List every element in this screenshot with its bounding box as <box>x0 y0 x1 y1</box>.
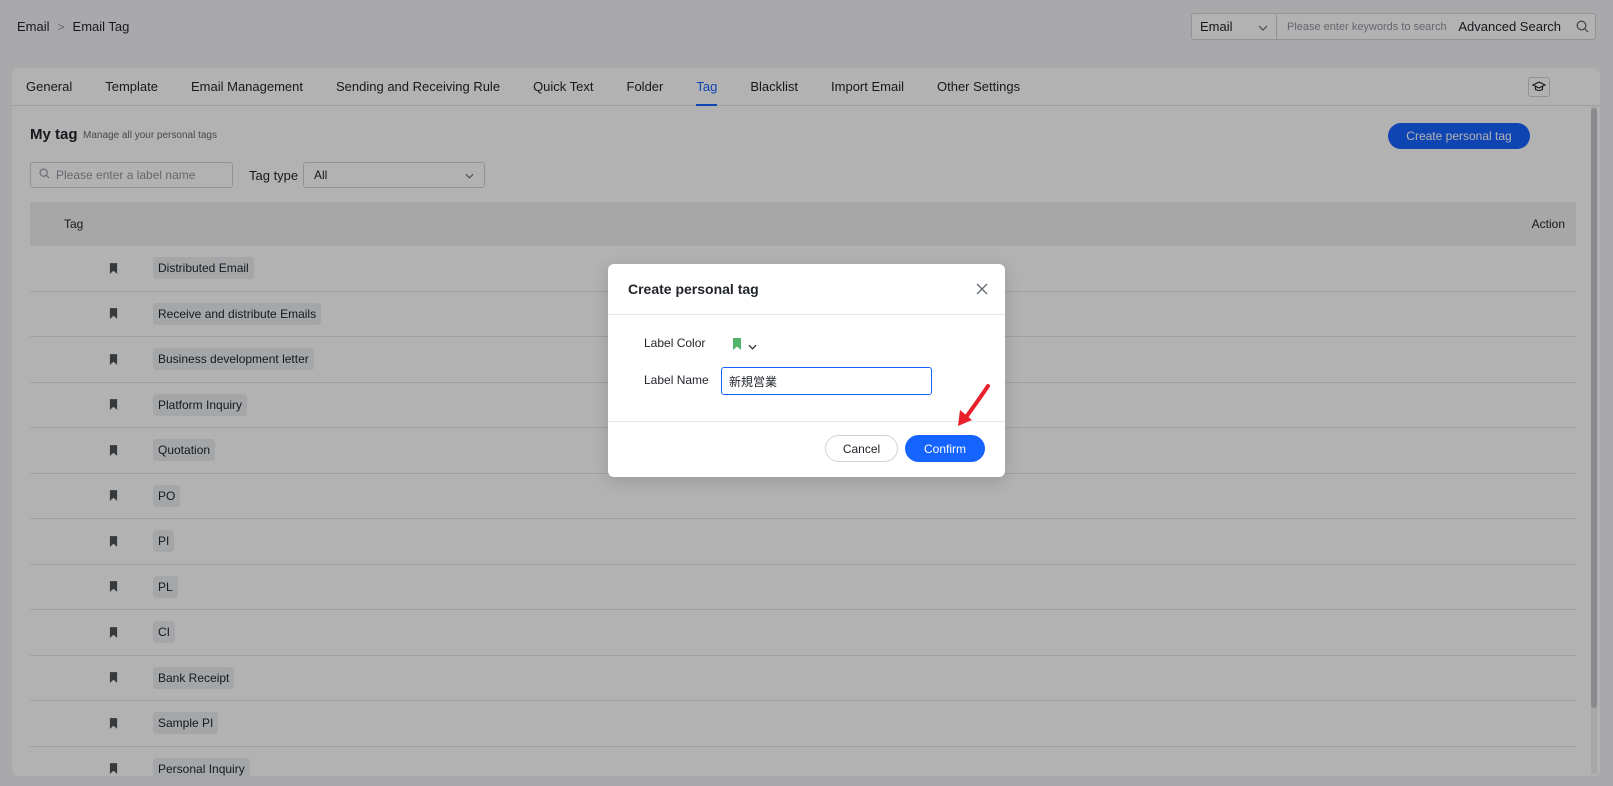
close-icon[interactable] <box>975 282 989 296</box>
label-color-picker[interactable] <box>732 338 757 353</box>
cancel-button[interactable]: Cancel <box>825 435 898 462</box>
chevron-down-icon <box>748 338 757 353</box>
annotation-arrow-icon <box>958 384 990 426</box>
confirm-button[interactable]: Confirm <box>905 435 985 462</box>
dialog-title: Create personal tag <box>628 281 759 297</box>
dialog-footer-divider <box>608 421 1005 422</box>
dialog-header-divider <box>608 314 1005 315</box>
label-name-input[interactable]: 新規営業 <box>721 367 932 395</box>
create-tag-dialog: Create personal tag Label Color Label Na… <box>608 264 1005 477</box>
label-color-label: Label Color <box>644 336 706 350</box>
label-name-label: Label Name <box>644 373 709 387</box>
bookmark-icon <box>732 338 742 353</box>
